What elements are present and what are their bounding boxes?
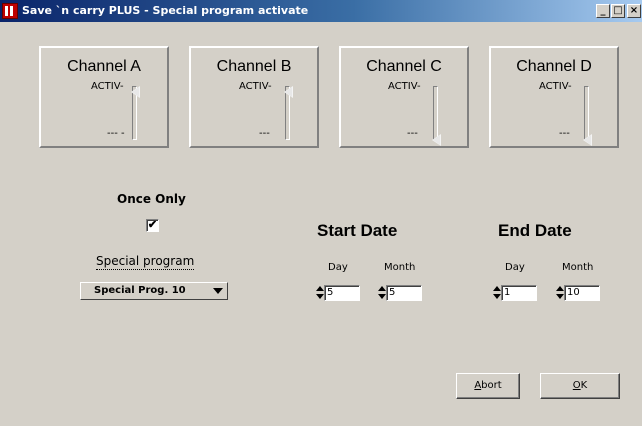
close-button[interactable]: ×	[627, 4, 641, 18]
end-month-input[interactable]: 10	[564, 285, 600, 301]
channel-a-activ-label: ACTIV-	[91, 81, 124, 92]
ok-mnemonic: O	[572, 380, 581, 391]
special-program-dropdown[interactable]: Special Prog. 10	[80, 282, 228, 300]
app-icon[interactable]	[2, 3, 18, 19]
channel-b-activ-label: ACTIV-	[239, 81, 272, 92]
special-program-selected: Special Prog. 10	[94, 285, 186, 296]
channel-c-panel: Channel C ACTIV- ---	[339, 46, 469, 148]
abort-label: bort	[481, 380, 502, 391]
channel-a-name: Channel A	[67, 58, 141, 75]
channel-c-slider-thumb[interactable]	[432, 134, 441, 146]
dropdown-arrow-icon[interactable]	[213, 288, 223, 294]
once-only-label: Once Only	[117, 192, 186, 206]
end-month-label: Month	[562, 262, 594, 273]
channel-a-panel: Channel A ACTIV- --- -	[39, 46, 169, 148]
start-date-title: Start Date	[317, 221, 398, 240]
window-title: Save `n carry PLUS - Special program act…	[22, 4, 309, 17]
end-day-input[interactable]: 1	[501, 285, 537, 301]
start-day-label: Day	[328, 262, 348, 273]
ok-button[interactable]: OK	[540, 373, 620, 399]
channel-c-slider[interactable]	[433, 86, 438, 140]
channel-a-slider-thumb[interactable]	[131, 86, 140, 98]
channel-d-slider-thumb[interactable]	[583, 134, 592, 146]
start-month-label: Month	[384, 262, 416, 273]
maximize-button[interactable]: □	[611, 4, 625, 18]
abort-button[interactable]: Abort	[456, 373, 520, 399]
spin-arrows-icon[interactable]	[556, 285, 564, 301]
channel-b-panel: Channel B ACTIV- ---	[189, 46, 319, 148]
channel-d-low-label: ---	[559, 128, 570, 139]
start-day-input[interactable]: 5	[324, 285, 360, 301]
ok-label: K	[580, 380, 588, 391]
channel-d-panel: Channel D ACTIV- ---	[489, 46, 619, 148]
start-month-input[interactable]: 5	[386, 285, 422, 301]
spin-arrows-icon[interactable]	[378, 285, 386, 301]
once-only-checkbox[interactable]: ✔	[146, 219, 159, 232]
minimize-button[interactable]: _	[596, 4, 610, 18]
channel-d-slider[interactable]	[584, 86, 589, 140]
special-program-label: Special program	[96, 254, 195, 270]
channel-a-low-label: --- -	[107, 128, 125, 139]
channel-c-name: Channel C	[366, 58, 442, 75]
title-bar[interactable]: Save `n carry PLUS - Special program act…	[0, 0, 642, 22]
channel-b-name: Channel B	[216, 58, 292, 75]
spin-arrows-icon[interactable]	[316, 285, 324, 301]
channel-b-low-label: ---	[259, 128, 270, 139]
end-date-title: End Date	[498, 221, 572, 240]
end-day-label: Day	[505, 262, 525, 273]
channel-c-activ-label: ACTIV-	[388, 81, 421, 92]
channel-d-activ-label: ACTIV-	[539, 81, 572, 92]
channel-c-low-label: ---	[407, 128, 418, 139]
channel-d-name: Channel D	[516, 58, 592, 75]
channel-b-slider-thumb[interactable]	[284, 86, 293, 98]
spin-arrows-icon[interactable]	[493, 285, 501, 301]
